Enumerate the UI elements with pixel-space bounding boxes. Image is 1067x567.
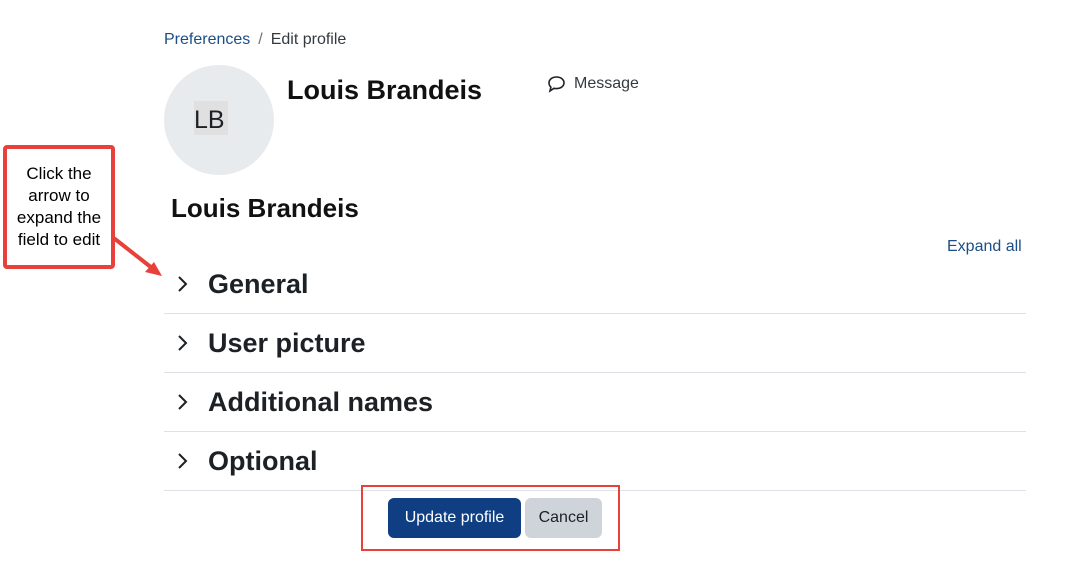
section-title: Additional names xyxy=(208,386,434,417)
chevron-right-icon[interactable] xyxy=(164,275,208,293)
breadcrumb-current: Edit profile xyxy=(270,31,347,48)
section-additional-names[interactable]: Additional names xyxy=(164,373,1026,432)
section-optional[interactable]: Optional xyxy=(164,432,1026,491)
form-sections: General User picture Additional names Op… xyxy=(164,255,1026,491)
breadcrumb-separator: / xyxy=(258,31,263,48)
speech-bubble-icon xyxy=(548,76,565,93)
chevron-right-icon[interactable] xyxy=(164,334,208,352)
breadcrumb: Preferences / Edit profile xyxy=(164,31,346,49)
update-profile-button[interactable]: Update profile xyxy=(388,498,521,538)
message-link[interactable]: Message xyxy=(547,75,639,93)
chevron-right-icon[interactable] xyxy=(164,393,208,411)
annotation-callout: Click the arrow to expand the field to e… xyxy=(3,145,115,269)
cancel-button[interactable]: Cancel xyxy=(525,498,602,538)
section-title: Optional xyxy=(208,445,318,476)
section-user-picture[interactable]: User picture xyxy=(164,314,1026,373)
annotation-arrow-icon xyxy=(113,237,162,276)
breadcrumb-preferences-link[interactable]: Preferences xyxy=(164,31,250,48)
section-general[interactable]: General xyxy=(164,255,1026,314)
page-title: Louis Brandeis xyxy=(171,193,359,223)
avatar: LB xyxy=(164,65,274,175)
section-title: General xyxy=(208,268,309,299)
message-label: Message xyxy=(574,75,639,92)
chevron-right-icon[interactable] xyxy=(164,452,208,470)
section-title: User picture xyxy=(208,327,366,358)
expand-all-link[interactable]: Expand all xyxy=(947,238,1022,256)
profile-name: Louis Brandeis xyxy=(287,75,483,105)
avatar-initials: LB xyxy=(194,101,228,135)
annotation-text: Click the arrow to expand the field to e… xyxy=(16,164,102,249)
